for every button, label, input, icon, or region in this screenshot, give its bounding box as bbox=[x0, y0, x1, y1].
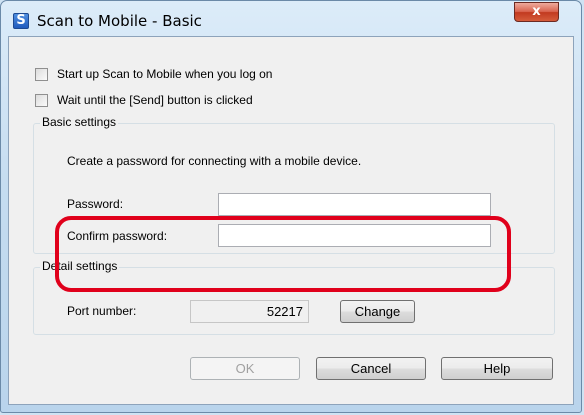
password-label: Password: bbox=[67, 197, 124, 211]
wait-send-checkbox[interactable] bbox=[35, 93, 48, 107]
close-button[interactable]: x bbox=[514, 2, 559, 22]
window-title: Scan to Mobile - Basic bbox=[37, 12, 202, 30]
title-bar[interactable]: S Scan to Mobile - Basic x bbox=[1, 1, 581, 37]
scan-to-mobile-app-icon: S bbox=[13, 13, 29, 29]
change-port-button[interactable]: Change bbox=[340, 300, 415, 323]
password-description: Create a password for connecting with a … bbox=[67, 154, 362, 168]
password-fields-highlight bbox=[55, 216, 511, 292]
startup-checkbox-label: Start up Scan to Mobile when you log on bbox=[57, 67, 273, 81]
password-input[interactable] bbox=[218, 193, 491, 216]
ok-button[interactable]: OK bbox=[190, 357, 300, 380]
close-icon: x bbox=[532, 4, 541, 19]
wait-send-checkbox-label: Wait until the [Send] button is clicked bbox=[57, 93, 253, 107]
port-number-label: Port number: bbox=[67, 304, 137, 318]
dialog-client-area: Start up Scan to Mobile when you log on … bbox=[8, 36, 574, 405]
startup-checkbox[interactable] bbox=[35, 67, 48, 81]
cancel-button[interactable]: Cancel bbox=[316, 357, 426, 380]
wait-send-option[interactable]: Wait until the [Send] button is clicked bbox=[35, 92, 253, 108]
help-button[interactable]: Help bbox=[441, 357, 553, 380]
port-number-field: 52217 bbox=[190, 300, 309, 323]
startup-option[interactable]: Start up Scan to Mobile when you log on bbox=[35, 66, 272, 82]
basic-settings-title: Basic settings bbox=[40, 115, 119, 129]
